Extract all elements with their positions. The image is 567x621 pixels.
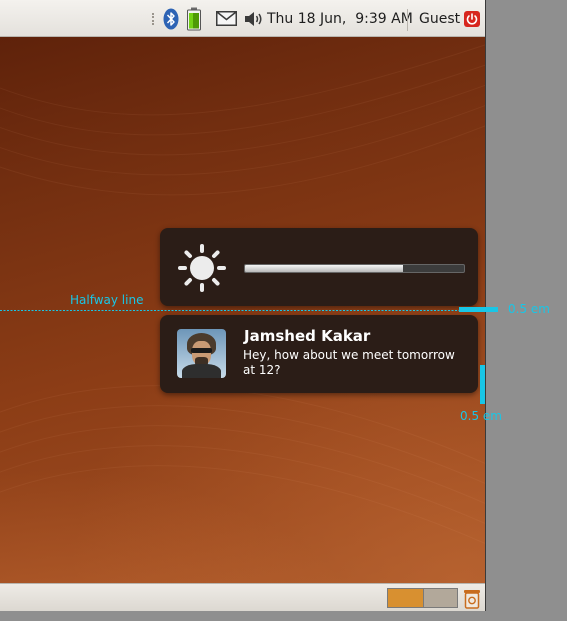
messaging-menu[interactable] — [216, 0, 237, 37]
sender-name: Jamshed Kakar — [244, 327, 371, 345]
avatar — [177, 329, 226, 378]
user-name-label: Guest — [419, 10, 461, 27]
brightness-notification — [160, 228, 478, 306]
brightness-level-fill — [245, 265, 403, 272]
halfway-line-label: Halfway line — [70, 293, 144, 307]
workspace-switcher — [387, 588, 458, 608]
datetime-label: Thu 18 Jun, 9:39 AM — [267, 10, 413, 27]
bluetooth-applet[interactable] — [163, 0, 179, 37]
message-body-line-1: Hey, how about we meet tomorrow — [243, 348, 455, 362]
volume-applet[interactable] — [244, 0, 263, 37]
top-panel: Thu 18 Jun, 9:39 AM Guest — [0, 0, 485, 37]
volume-icon — [245, 11, 262, 26]
mail-icon — [216, 11, 237, 26]
spacing-label-right: 0.5 em — [508, 302, 550, 316]
trash-icon[interactable] — [462, 587, 482, 609]
workspace-2[interactable] — [423, 589, 457, 607]
message-body: Hey, how about we meet tomorrow at 12? — [243, 348, 468, 378]
message-notification: Jamshed Kakar Hey, how about we meet tom… — [160, 315, 478, 393]
brightness-icon — [178, 244, 226, 292]
user-menu[interactable]: Guest — [419, 0, 481, 37]
bluetooth-icon — [163, 8, 179, 29]
battery-applet[interactable] — [186, 0, 202, 37]
workspace-1[interactable] — [388, 589, 423, 607]
message-body-line-2: at 12? — [243, 363, 281, 377]
panel-handle — [152, 13, 156, 25]
brightness-level-bar — [244, 264, 465, 273]
battery-icon — [187, 7, 201, 30]
spacing-label-bottom: 0.5 em — [460, 409, 502, 423]
panel-separator — [407, 9, 408, 31]
power-icon[interactable] — [464, 10, 481, 27]
clock-applet[interactable]: Thu 18 Jun, 9:39 AM — [267, 0, 413, 37]
bottom-panel — [0, 583, 485, 611]
